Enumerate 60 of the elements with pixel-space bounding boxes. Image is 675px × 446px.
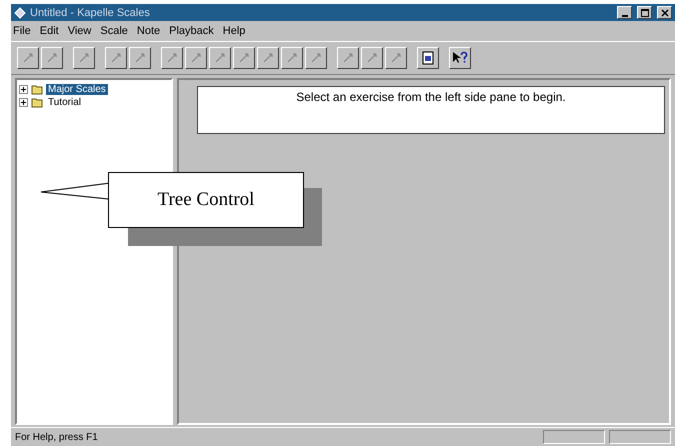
diamond-icon (14, 6, 26, 18)
toolbar-button[interactable] (417, 47, 439, 69)
folder-icon (31, 84, 43, 95)
arrow-icon (46, 52, 58, 64)
close-button[interactable] (657, 6, 672, 19)
toolbar-button[interactable] (305, 47, 327, 69)
maximize-button[interactable] (637, 6, 652, 19)
minimize-button[interactable] (617, 6, 632, 19)
toolbar-button[interactable] (129, 47, 151, 69)
arrow-icon (366, 52, 378, 64)
folder-icon (31, 97, 43, 108)
document-icon (422, 51, 434, 65)
expand-icon[interactable] (19, 85, 28, 94)
arrow-icon (286, 52, 298, 64)
arrow-icon (310, 52, 322, 64)
menu-item[interactable]: View (68, 25, 92, 37)
menu-item[interactable]: Playback (169, 25, 214, 37)
toolbar-button[interactable] (73, 47, 95, 69)
toolbar-button[interactable] (385, 47, 407, 69)
arrow-icon (78, 52, 90, 64)
maximize-icon (640, 8, 648, 16)
arrow-icon (342, 52, 354, 64)
toolbar-button[interactable] (449, 47, 471, 69)
close-icon (660, 8, 668, 16)
arrow-icon (214, 52, 226, 64)
toolbar-button[interactable] (41, 47, 63, 69)
arrow-icon (238, 52, 250, 64)
arrow-icon (166, 52, 178, 64)
menu-item[interactable]: Edit (40, 25, 59, 37)
toolbar-button[interactable] (17, 47, 39, 69)
arrow-icon (22, 52, 34, 64)
minimize-icon (622, 14, 628, 16)
toolbar-button[interactable] (209, 47, 231, 69)
toolbar-button[interactable] (105, 47, 127, 69)
status-panel (609, 430, 671, 444)
toolbar-button[interactable] (257, 47, 279, 69)
toolbar-button[interactable] (161, 47, 183, 69)
help-icon (452, 51, 468, 65)
toolbar-button[interactable] (281, 47, 303, 69)
status-panel (543, 430, 605, 444)
toolbar-button[interactable] (185, 47, 207, 69)
toolbar-button[interactable] (337, 47, 359, 69)
callout-label: Tree Control (108, 172, 304, 228)
status-text: For Help, press F1 (15, 432, 98, 442)
window-title: Untitled - Kapelle Scales (30, 6, 150, 18)
expand-icon[interactable] (19, 98, 28, 107)
arrow-icon (110, 52, 122, 64)
tree-item[interactable]: Tutorial (46, 97, 83, 108)
tree-item[interactable]: Major Scales (46, 84, 108, 95)
menu-item[interactable]: File (13, 25, 31, 37)
menu-item[interactable]: Help (222, 25, 246, 37)
menu-item[interactable]: Scale (100, 25, 128, 37)
toolbar-button[interactable] (233, 47, 255, 69)
arrow-icon (190, 52, 202, 64)
menu-item[interactable]: Note (136, 25, 160, 37)
instruction-text: Select an exercise from the left side pane to begin. (296, 90, 566, 106)
toolbar-button[interactable] (361, 47, 383, 69)
arrow-icon (134, 52, 146, 64)
arrow-icon (390, 52, 402, 64)
arrow-icon (262, 52, 274, 64)
